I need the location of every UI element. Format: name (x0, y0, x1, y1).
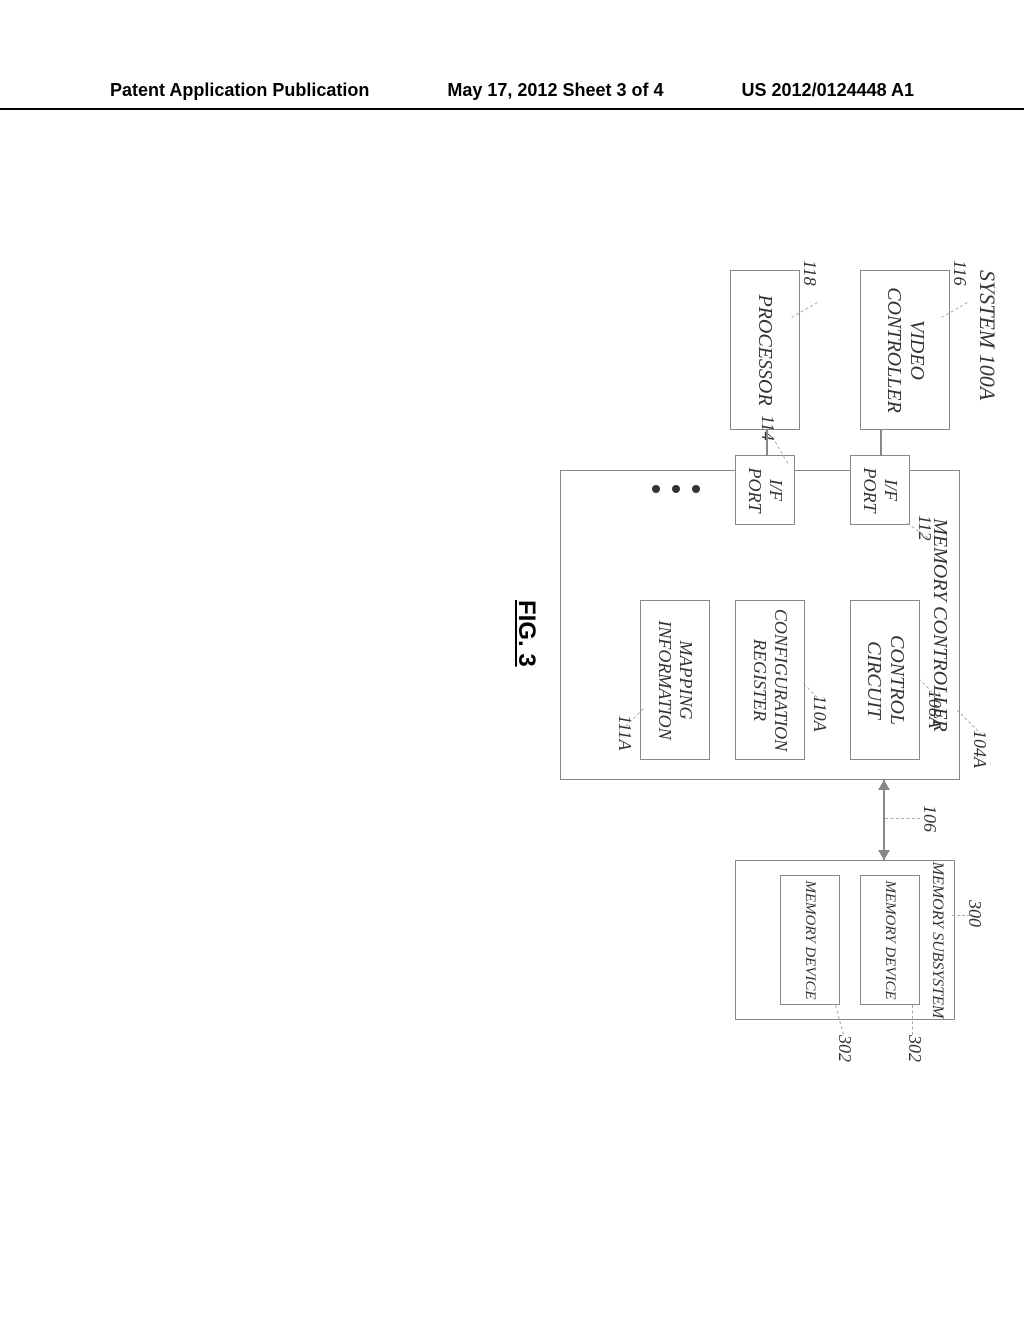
header-left: Patent Application Publication (110, 80, 369, 108)
config-register-label: CONFIGURATION REGISTER (749, 609, 791, 751)
ref-112: 112 (914, 515, 935, 541)
header-right: US 2012/0124448 A1 (742, 80, 914, 108)
memory-subsystem-box: MEMORY SUBSYSTEM (735, 860, 955, 1020)
control-circuit-label: CONTROL CIRCUIT (862, 635, 908, 725)
memory-device1-label: MEMORY DEVICE (882, 880, 899, 999)
processor-label: PROCESSOR (754, 294, 777, 405)
leader-106 (885, 818, 920, 819)
memory-subsystem-label: MEMORY SUBSYSTEM (928, 861, 946, 1019)
if-port2-label: I/F PORT (744, 468, 786, 513)
config-register-box: CONFIGURATION REGISTER (735, 600, 805, 760)
ref-116: 116 (949, 260, 970, 286)
dot3 (652, 485, 660, 493)
header-center: May 17, 2012 Sheet 3 of 4 (447, 80, 663, 108)
leader-302a (912, 1005, 913, 1035)
mapping-info-label: MAPPING INFORMATION (654, 620, 696, 739)
arrow-left (878, 780, 890, 790)
if-port1-box: I/F PORT (850, 455, 910, 525)
line-proc-ifp2 (766, 430, 768, 455)
ref-118: 118 (799, 260, 820, 286)
ref-106: 106 (919, 805, 940, 832)
system-label: SYSTEM 100A (974, 270, 1000, 400)
leader-300 (952, 915, 970, 916)
control-circuit-box: CONTROL CIRCUIT (850, 600, 920, 760)
memory-device2-label: MEMORY DEVICE (802, 880, 819, 999)
memory-device1-box: MEMORY DEVICE (860, 875, 920, 1005)
ref-302b: 302 (834, 1035, 855, 1062)
ref-300: 300 (964, 900, 985, 927)
page-header: Patent Application Publication May 17, 2… (0, 80, 1024, 110)
dot1 (692, 485, 700, 493)
diagram: SYSTEM 100A VIDEO CONTROLLER 116 PROCESS… (30, 260, 1000, 1030)
line-vc-ifp1 (880, 430, 882, 455)
if-port2-box: I/F PORT (735, 455, 795, 525)
mapping-info-box: MAPPING INFORMATION (640, 600, 710, 760)
video-controller-label: VIDEO CONTROLLER (882, 287, 928, 413)
arrow-right (878, 850, 890, 860)
line-mc-mem (883, 780, 885, 860)
figure-label: FIG. 3 (512, 600, 540, 667)
memory-device2-box: MEMORY DEVICE (780, 875, 840, 1005)
if-port1-label: I/F PORT (859, 468, 901, 513)
ref-104a: 104A (969, 730, 990, 768)
processor-box: PROCESSOR (730, 270, 800, 430)
ref-302a: 302 (904, 1035, 925, 1062)
video-controller-box: VIDEO CONTROLLER (860, 270, 950, 430)
dot2 (672, 485, 680, 493)
